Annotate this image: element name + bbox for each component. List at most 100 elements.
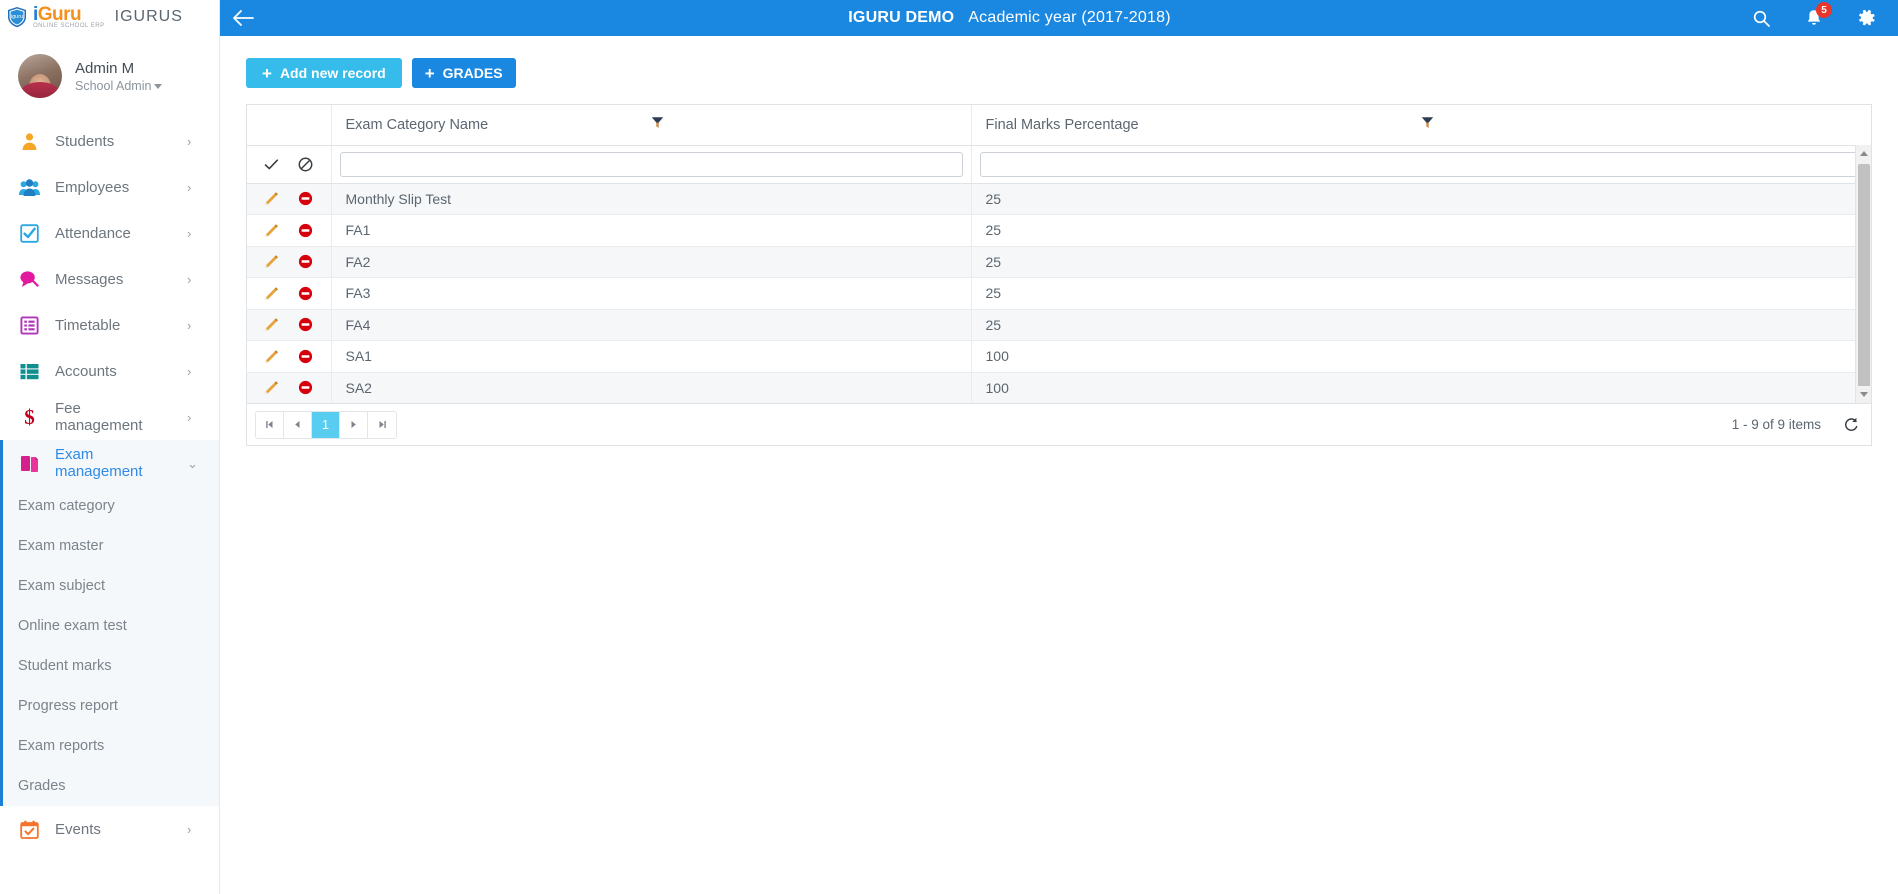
row-actions-cell <box>247 372 332 403</box>
scroll-down-arrow[interactable] <box>1856 386 1871 403</box>
row-actions-cell <box>247 214 332 247</box>
brand-header: iguru iGuru ONLINE SCHOOL ERP IGURUS <box>0 0 219 34</box>
sidebar-item-exam-management[interactable]: Exam management ⌄ <box>3 440 219 486</box>
column-header-final-marks-percentage[interactable]: Final Marks Percentage <box>971 105 1871 146</box>
brand-letters-guru: Guru <box>37 4 82 25</box>
chevron-down-icon <box>154 84 163 90</box>
delete-minus-circle-icon[interactable] <box>298 254 313 269</box>
fee-icon: $ <box>18 406 40 428</box>
pager-page-1[interactable]: 1 <box>312 411 340 438</box>
scrollbar-thumb[interactable] <box>1858 164 1870 403</box>
pencil-edit-icon[interactable] <box>264 317 279 332</box>
column-header-exam-category-name[interactable]: Exam Category Name <box>331 105 972 146</box>
sidebar-group-exam-management: Exam management ⌄ Exam category Exam mast… <box>0 440 219 806</box>
grades-button[interactable]: + GRADES <box>411 58 516 88</box>
grades-label: GRADES <box>442 65 503 81</box>
table-row[interactable]: FA2 25 <box>247 246 1871 278</box>
brand-wordmark: iGuru ONLINE SCHOOL ERP <box>33 5 105 29</box>
cell-final-marks-percentage: 25 <box>971 183 1871 215</box>
sidebar-subitem-student-marks[interactable]: Student marks <box>3 646 219 686</box>
pager-prev-button[interactable] <box>284 411 312 438</box>
svg-text:iguru: iguru <box>11 14 23 20</box>
filter-cell-marks <box>971 145 1871 184</box>
pager-item-count: 1 - 9 of 9 items <box>1731 417 1821 432</box>
filter-funnel-icon[interactable] <box>651 116 957 133</box>
sidebar-item-attendance[interactable]: Attendance › <box>0 210 219 256</box>
sidebar-item-messages[interactable]: Messages › <box>0 256 219 302</box>
cell-final-marks-percentage: 25 <box>971 277 1871 310</box>
profile-block[interactable]: Admin M School Admin <box>0 34 219 118</box>
table-row[interactable]: FA1 25 <box>247 214 1871 247</box>
topbar-actions: 5 <box>1753 2 1898 27</box>
pencil-edit-icon[interactable] <box>264 380 279 395</box>
pager-buttons: 1 <box>255 410 397 439</box>
chevron-right-icon: › <box>187 821 192 837</box>
school-name: IGURU DEMO <box>848 9 955 26</box>
profile-role-row[interactable]: School Admin <box>75 79 163 93</box>
sidebar-item-employees[interactable]: Employees › <box>0 164 219 210</box>
row-actions-cell <box>247 246 332 278</box>
events-calendar-icon <box>18 818 40 840</box>
back-arrow-icon[interactable] <box>220 9 266 27</box>
table-row[interactable]: FINAL100 <box>247 404 1871 405</box>
sidebar-item-fee-management[interactable]: $ Fee management › <box>0 394 219 440</box>
sidebar-subitem-exam-master[interactable]: Exam master <box>3 526 219 566</box>
delete-minus-circle-icon[interactable] <box>298 286 313 301</box>
cell-exam-category-name: FA1 <box>331 214 972 247</box>
filter-input-final-marks-percentage[interactable] <box>979 151 1863 177</box>
filter-funnel-icon[interactable] <box>1421 116 1857 133</box>
table-row[interactable]: FA4 25 <box>247 309 1871 341</box>
sidebar-subitem-exam-subject[interactable]: Exam subject <box>3 566 219 606</box>
delete-minus-circle-icon[interactable] <box>298 317 313 332</box>
delete-minus-circle-icon[interactable] <box>298 380 313 395</box>
check-icon[interactable] <box>264 158 279 171</box>
messages-icon <box>18 268 40 290</box>
sidebar-subitem-exam-category[interactable]: Exam category <box>3 486 219 526</box>
sidebar-subitem-grades[interactable]: Grades <box>3 766 219 806</box>
cell-final-marks-percentage: 25 <box>971 214 1871 247</box>
filter-input-exam-category-name[interactable] <box>339 151 963 177</box>
cell-exam-category-name: SA1 <box>331 340 972 373</box>
row-actions-cell <box>247 277 332 310</box>
sidebar-nav-tail: Events › <box>0 806 219 852</box>
pencil-edit-icon[interactable] <box>264 223 279 238</box>
sidebar-item-accounts[interactable]: Accounts › <box>0 348 219 394</box>
table-row[interactable]: Monthly Slip Test 25 <box>247 183 1871 215</box>
scroll-up-arrow[interactable] <box>1856 145 1871 162</box>
add-new-record-button[interactable]: + Add new record <box>246 58 402 88</box>
sidebar-item-events[interactable]: Events › <box>0 806 219 852</box>
sidebar-item-timetable[interactable]: Timetable › <box>0 302 219 348</box>
pencil-edit-icon[interactable] <box>264 254 279 269</box>
table-row[interactable]: FA3 25 <box>247 277 1871 310</box>
refresh-icon[interactable] <box>1843 417 1859 433</box>
no-entry-icon[interactable] <box>298 157 313 172</box>
delete-minus-circle-icon[interactable] <box>298 223 313 238</box>
pencil-edit-icon[interactable] <box>264 286 279 301</box>
sidebar-item-label: Messages <box>55 270 124 288</box>
sidebar-subitem-progress-report[interactable]: Progress report <box>3 686 219 726</box>
delete-minus-circle-icon[interactable] <box>298 349 313 364</box>
row-actions-cell <box>247 309 332 341</box>
gear-icon[interactable] <box>1858 9 1876 27</box>
filter-actions-cell <box>247 145 332 184</box>
sidebar-subitem-online-exam-test[interactable]: Online exam test <box>3 606 219 646</box>
pencil-edit-icon[interactable] <box>264 349 279 364</box>
grid-table: Exam Category Name Final Marks Percentag… <box>247 105 1871 405</box>
pager-last-button[interactable] <box>368 411 396 438</box>
pager-first-button[interactable] <box>256 411 284 438</box>
bell-icon[interactable]: 5 <box>1806 2 1832 27</box>
profile-name: Admin M <box>75 59 135 77</box>
grid-vertical-scrollbar[interactable] <box>1855 145 1871 403</box>
delete-minus-circle-icon[interactable] <box>298 191 313 206</box>
table-row[interactable]: SA2 100 <box>247 372 1871 403</box>
chevron-right-icon: › <box>187 271 192 287</box>
exam-category-grid: Exam Category Name Final Marks Percentag… <box>246 104 1872 404</box>
pager-next-button[interactable] <box>340 411 368 438</box>
sidebar-item-students[interactable]: Students › <box>0 118 219 164</box>
table-row[interactable]: SA1 100 <box>247 340 1871 373</box>
sidebar-subitem-exam-reports[interactable]: Exam reports <box>3 726 219 766</box>
search-icon[interactable] <box>1753 10 1770 27</box>
page-title: IGURU DEMO Academic year (2017-2018) <box>266 9 1753 27</box>
pencil-edit-icon[interactable] <box>264 191 279 206</box>
sidebar-item-label: Fee management <box>55 400 143 434</box>
